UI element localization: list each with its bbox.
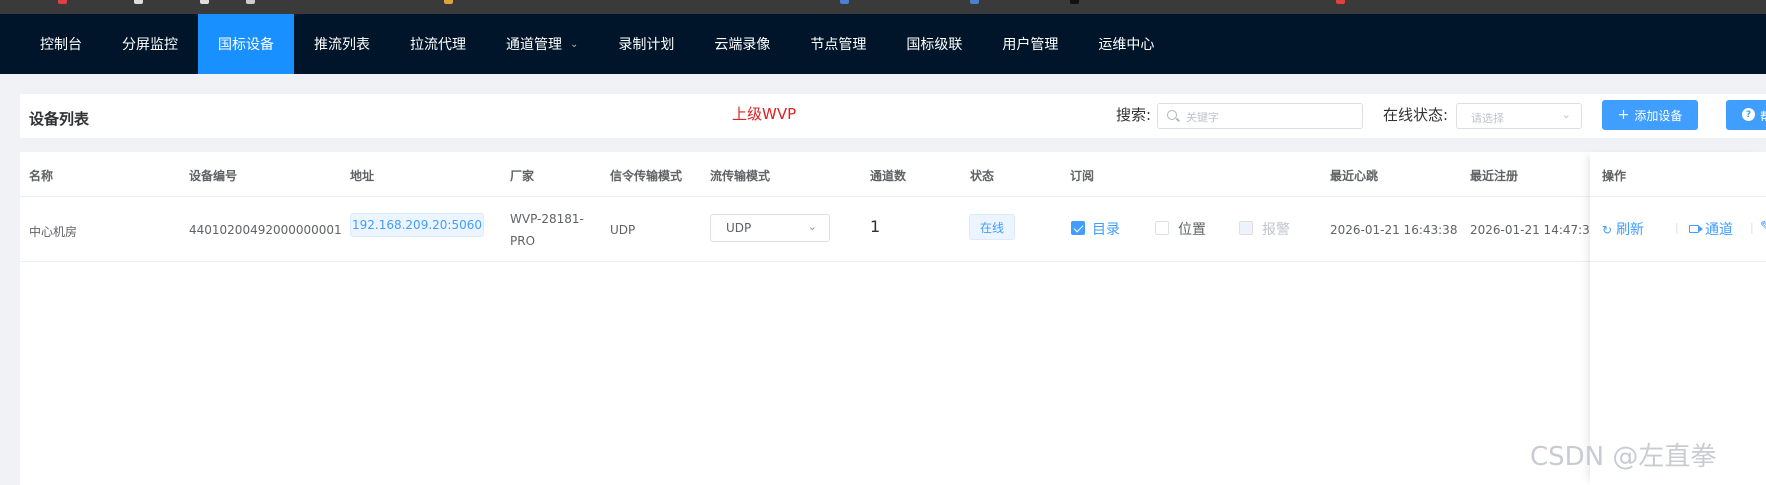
search-icon xyxy=(1167,110,1177,120)
subscribe-alarm-checkbox xyxy=(1239,221,1253,235)
subscribe-catalog-checkbox[interactable] xyxy=(1071,221,1085,235)
help-button[interactable]: ? 帮 xyxy=(1726,100,1766,130)
stream-transport-value: UDP xyxy=(726,221,752,235)
search-label: 搜索: xyxy=(1116,106,1152,124)
add-device-button-label: 添加设备 xyxy=(1634,108,1683,123)
nav-item-label: 通道管理 xyxy=(506,37,562,53)
refresh-link[interactable]: ↻ 刷新 xyxy=(1602,219,1644,239)
nav-item-label: 用户管理 xyxy=(1002,37,1059,53)
stream-transport-select[interactable]: UDP ⌄ xyxy=(710,214,830,242)
column-header: 信令传输模式 xyxy=(610,169,683,183)
device-id: 44010200492000000001 xyxy=(189,223,342,237)
upper-wvp-annotation: 上级WVP xyxy=(732,105,797,123)
nav-item-record-plan[interactable]: 录制计划 xyxy=(598,14,694,74)
nav-item-pull-proxy[interactable]: 拉流代理 xyxy=(390,14,486,74)
plus-icon: + xyxy=(1617,107,1630,123)
signal-transport: UDP xyxy=(610,223,636,237)
column-header: 订阅 xyxy=(1070,169,1095,183)
subscribe-position-checkbox[interactable] xyxy=(1155,221,1169,235)
subscribe-catalog-label[interactable]: 目录 xyxy=(1092,219,1120,239)
chevron-down-icon: ⌄ xyxy=(570,38,579,50)
device-list-toolbar: 设备列表 上级WVP 搜索: 在线状态: 请选择 ⌄ + 添加设备 ? 帮 xyxy=(20,94,1766,138)
column-header: 名称 xyxy=(29,169,54,183)
nav-item-label: 推流列表 xyxy=(314,37,370,53)
watermark: CSDN @左直拳 xyxy=(1530,442,1717,472)
nav-item-cloud-record[interactable]: 云端录像 xyxy=(694,14,790,74)
refresh-label: 刷新 xyxy=(1616,222,1645,238)
column-header: 设备编号 xyxy=(189,169,238,183)
column-header: 最近注册 xyxy=(1470,169,1519,183)
operations-row: ↻ 刷新 | 通道 | ✎ xyxy=(1590,197,1766,262)
column-header: 厂家 xyxy=(510,169,535,183)
column-header: 地址 xyxy=(350,169,375,183)
nav-item-label: 国标级联 xyxy=(906,37,963,53)
nav-item-node-management[interactable]: 节点管理 xyxy=(790,14,886,74)
operations-header: 操作 xyxy=(1590,152,1766,197)
divider: | xyxy=(1750,221,1754,234)
nav-item-label: 运维中心 xyxy=(1098,37,1155,53)
table-row: 中心机房 44010200492000000001 192.168.209.20… xyxy=(20,197,1766,262)
add-device-button[interactable]: + 添加设备 xyxy=(1602,100,1698,130)
table-header: 名称 设备编号 地址 厂家 信令传输模式 流传输模式 通道数 状态 订阅 最近心… xyxy=(20,152,1766,197)
device-name: 中心机房 xyxy=(29,225,78,239)
nav-item-channel-management[interactable]: 通道管理 ⌄ xyxy=(486,14,598,74)
nav-item-user-management[interactable]: 用户管理 xyxy=(982,14,1078,74)
page-title: 设备列表 xyxy=(29,110,90,128)
nav-item-label: 云端录像 xyxy=(714,37,771,53)
online-status-placeholder: 请选择 xyxy=(1471,112,1504,125)
chevron-down-icon: ⌄ xyxy=(1561,108,1571,121)
nav-item-split-monitor[interactable]: 分屏监控 xyxy=(102,14,198,74)
channel-label: 通道 xyxy=(1705,222,1733,238)
online-status-select[interactable]: 请选择 ⌄ xyxy=(1456,103,1582,129)
nav-item-label: 拉流代理 xyxy=(410,37,466,53)
column-header: 通道数 xyxy=(870,169,907,183)
column-header: 状态 xyxy=(970,169,995,183)
question-icon: ? xyxy=(1742,108,1755,121)
nav-item-push-list[interactable]: 推流列表 xyxy=(294,14,390,74)
subscribe-alarm-label: 报警 xyxy=(1262,222,1290,238)
nav-item-console[interactable]: 控制台 xyxy=(20,14,102,74)
subscribe-position-label[interactable]: 位置 xyxy=(1178,219,1206,239)
status-badge: 在线 xyxy=(969,214,1015,240)
divider: | xyxy=(1675,221,1679,234)
nav-item-ops-center[interactable]: 运维中心 xyxy=(1078,14,1174,74)
channel-count: 1 xyxy=(870,217,881,236)
column-header: 操作 xyxy=(1602,169,1627,183)
help-button-label: 帮 xyxy=(1760,108,1766,121)
vendor: WVP-28181-PRO xyxy=(510,212,584,248)
chevron-down-icon: ⌄ xyxy=(807,220,817,233)
top-navigation: 控制台 分屏监控 国标设备 推流列表 拉流代理 通道管理 ⌄ 录制计划 云端录像 … xyxy=(0,14,1766,74)
column-header: 最近心跳 xyxy=(1330,169,1379,183)
search-field[interactable] xyxy=(1157,103,1363,129)
browser-tab-strip xyxy=(0,0,1766,14)
search-input[interactable] xyxy=(1184,107,1358,127)
last-keepalive: 2026-01-21 16:43:38 xyxy=(1330,223,1458,237)
refresh-icon: ↻ xyxy=(1602,223,1613,237)
nav-item-label: 录制计划 xyxy=(618,37,675,53)
nav-item-label: 控制台 xyxy=(40,37,82,53)
address-tag: 192.168.209.20:5060 xyxy=(350,213,484,237)
online-status-label: 在线状态: xyxy=(1383,106,1449,124)
edit-icon[interactable]: ✎ xyxy=(1760,219,1766,235)
channel-link[interactable]: 通道 xyxy=(1689,219,1733,239)
nav-item-label: 国标设备 xyxy=(218,37,274,53)
nav-item-label: 节点管理 xyxy=(810,37,867,53)
video-camera-icon xyxy=(1689,225,1699,233)
device-table: 名称 设备编号 地址 厂家 信令传输模式 流传输模式 通道数 状态 订阅 最近心… xyxy=(20,152,1766,485)
nav-item-gb-devices[interactable]: 国标设备 xyxy=(198,14,294,74)
column-header: 流传输模式 xyxy=(710,169,771,183)
last-register: 2026-01-21 14:47:38 xyxy=(1470,223,1598,237)
nav-item-label: 分屏监控 xyxy=(122,37,178,53)
nav-item-gb-cascade[interactable]: 国标级联 xyxy=(886,14,982,74)
